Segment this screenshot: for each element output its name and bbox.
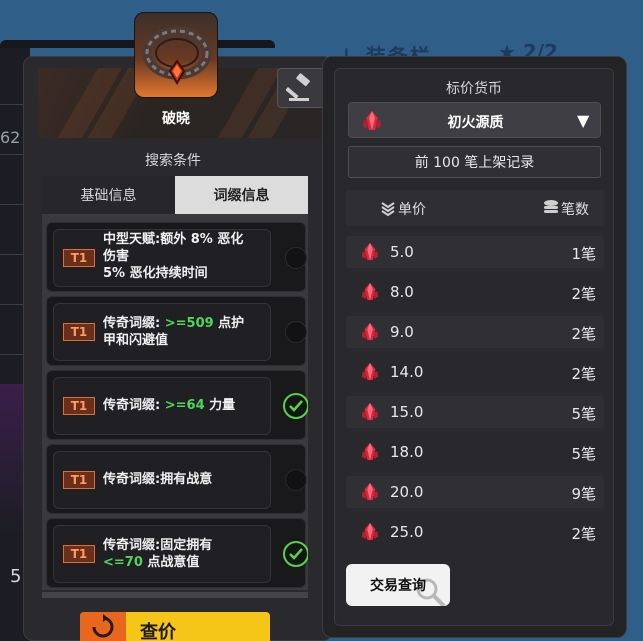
auction-button[interactable] <box>277 68 325 108</box>
listing-count: 2笔 <box>571 325 596 343</box>
affix-radio[interactable] <box>285 247 307 269</box>
currency-dropdown[interactable]: 初火源质 ▼ <box>348 102 601 138</box>
coins-icon <box>544 200 558 213</box>
affix-text: 传奇词缀:固定拥有 <=70 点战意值 <box>103 538 213 570</box>
currency-label: 标价货币 <box>446 81 502 97</box>
listing-row[interactable]: 18.0 5笔 <box>346 436 604 468</box>
listing-row[interactable]: 8.0 2笔 <box>346 276 604 308</box>
column-count: 笔数 <box>561 202 589 218</box>
affix-radio[interactable] <box>285 321 307 343</box>
listing-price: 25.0 <box>390 523 424 541</box>
listing-row[interactable]: 5.0 1笔 <box>346 236 604 268</box>
tier-badge: T1 <box>63 545 95 563</box>
affix-list-footer <box>42 592 308 598</box>
search-conditions-label: 搜索条件 <box>145 153 201 169</box>
listing-row[interactable]: 25.0 2笔 <box>346 516 604 548</box>
tier-badge: T1 <box>63 249 95 267</box>
trade-search-button[interactable]: 交易查询 <box>346 564 450 606</box>
affix-text: 传奇词缀: >=64 力量 <box>103 398 236 413</box>
red-crystal-icon <box>361 242 379 261</box>
listing-price: 8.0 <box>390 283 414 301</box>
listing-price: 15.0 <box>390 403 424 421</box>
listing-price: 9.0 <box>390 323 414 341</box>
tier-badge: T1 <box>63 323 95 341</box>
red-crystal-icon <box>361 362 379 381</box>
tab-basic-info[interactable]: 基础信息 <box>42 176 175 214</box>
tab-affix-info[interactable]: 词缀信息 <box>175 176 308 214</box>
red-crystal-icon <box>361 522 379 541</box>
currency-selected: 初火源质 <box>447 115 504 131</box>
check-icon <box>289 548 303 560</box>
search-tabs: 基础信息 词缀信息 <box>42 176 308 214</box>
affix-row[interactable]: T1 传奇词缀:固定拥有 <=70 点战意值 <box>46 518 308 588</box>
listing-count: 1笔 <box>571 245 596 263</box>
listing-row[interactable]: 15.0 5笔 <box>346 396 604 428</box>
item-icon-frame <box>134 12 218 98</box>
item-name: 破晓 <box>162 111 190 127</box>
affix-row[interactable]: T1 传奇词缀:拥有战意 <box>46 444 307 514</box>
affix-row[interactable]: T1 中型天赋:额外 8% 恶化 伤害 5% 恶化持续时间 <box>46 222 307 292</box>
listing-count: 9笔 <box>571 485 596 503</box>
price-check-label: 查价 <box>140 622 176 641</box>
red-crystal-icon <box>361 482 379 501</box>
background-number: 62 <box>0 128 21 147</box>
affix-text: 传奇词缀:拥有战意 <box>103 472 213 487</box>
listing-count: 5笔 <box>571 405 596 423</box>
check-icon <box>289 400 303 412</box>
listing-row[interactable]: 14.0 2笔 <box>346 356 604 388</box>
listing-count: 2笔 <box>571 525 596 543</box>
affix-checkbox[interactable] <box>283 393 308 419</box>
red-crystal-icon <box>361 322 379 341</box>
affix-list: T1 中型天赋:额外 8% 恶化 伤害 5% 恶化持续时间 T1 传奇词缀: >… <box>42 214 308 590</box>
listing-row[interactable]: 20.0 9笔 <box>346 476 604 508</box>
affix-row[interactable]: T1 传奇词缀: >=509 点护 甲和闪避值 <box>46 296 307 366</box>
background-bottom-number: 5 <box>10 566 22 587</box>
tier-badge: T1 <box>63 471 95 489</box>
listing-price: 20.0 <box>390 483 424 501</box>
red-crystal-icon <box>361 402 379 421</box>
listing-count: 5笔 <box>571 445 596 463</box>
gavel-icon <box>286 73 310 101</box>
affix-radio[interactable] <box>285 469 307 491</box>
stack-icon <box>381 202 395 217</box>
affix-text: 中型天赋:额外 8% 恶化 伤害 5% 恶化持续时间 <box>103 232 244 281</box>
red-crystal-icon <box>361 442 379 461</box>
listing-price: 18.0 <box>390 443 424 461</box>
ring-icon <box>142 26 212 85</box>
listing-count: 2笔 <box>571 285 596 303</box>
listing-price: 5.0 <box>390 243 414 261</box>
listing-price: 14.0 <box>390 363 424 381</box>
recent-records-button[interactable]: 前 100 笔上架记录 <box>348 146 601 178</box>
refresh-icon <box>80 612 126 641</box>
listing-count: 2笔 <box>571 365 596 383</box>
trade-search-label: 交易查询 <box>370 578 426 594</box>
tier-badge: T1 <box>63 397 95 415</box>
column-price: 单价 <box>398 202 426 218</box>
red-crystal-icon <box>361 282 379 301</box>
affix-row[interactable]: T1 传奇词缀: >=64 力量 <box>46 370 308 440</box>
listing-row[interactable]: 9.0 2笔 <box>346 316 604 348</box>
affix-text: 传奇词缀: >=509 点护 甲和闪避值 <box>103 316 245 348</box>
dropdown-arrow-icon: ▼ <box>577 111 590 130</box>
affix-checkbox[interactable] <box>283 541 308 567</box>
